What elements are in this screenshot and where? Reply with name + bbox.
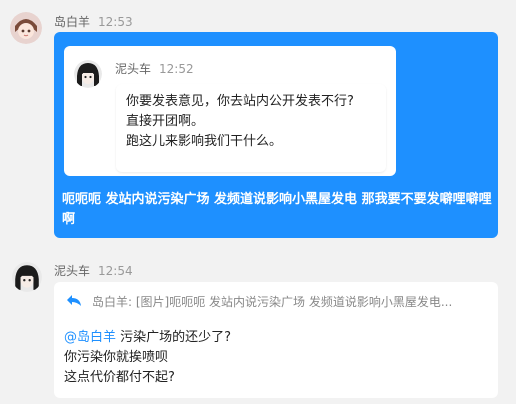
mention-link[interactable]: @岛白羊 xyxy=(64,330,116,345)
quoted-line: 直接开团啊。 xyxy=(126,114,205,129)
quoted-header: 泥头车 12:52 xyxy=(115,60,194,77)
reply-message-bubble[interactable]: 岛白羊: [图片]呃呃呃 发站内说污染广场 发频道说影响小黑屋发电... @岛白… xyxy=(54,282,498,398)
reply-line: 你污染你就挨喷呗 xyxy=(64,350,169,365)
reply-line: @岛白羊 污染广场的还少了? xyxy=(64,326,231,345)
reply-arrow-icon[interactable] xyxy=(66,292,82,308)
avatar-nitouche[interactable] xyxy=(12,262,42,292)
reply-line: 这点代价都付不起? xyxy=(64,370,175,385)
quoted-sender-name: 泥头车 xyxy=(115,62,152,76)
reply-line-text: 污染广场的还少了? xyxy=(116,330,232,345)
quoted-text-box: 你要发表意见，你去站内公开发表不行? 直接开团啊。 跑这儿来影响我们干什么。 xyxy=(116,84,386,172)
quoted-timestamp: 12:52 xyxy=(159,62,194,76)
quoted-line: 你要发表意见，你去站内公开发表不行? xyxy=(126,94,354,109)
timestamp: 12:54 xyxy=(98,264,133,278)
sender-name[interactable]: 岛白羊 xyxy=(54,15,90,29)
message-text: 呃呃呃 发站内说污染广场 发频道说影响小黑屋发电 那我要不要发噼哩噼哩啊 xyxy=(62,192,492,227)
message-header: 泥头车 12:54 xyxy=(54,262,133,279)
message-header: 岛白羊 12:53 xyxy=(54,13,133,30)
reply-reference[interactable]: 岛白羊: [图片]呃呃呃 发站内说污染广场 发频道说影响小黑屋发电... xyxy=(92,293,492,310)
avatar-daobaiyang[interactable] xyxy=(10,12,42,44)
quoted-line: 跑这儿来影响我们干什么。 xyxy=(126,134,283,149)
sender-name[interactable]: 泥头车 xyxy=(54,264,90,278)
avatar-nitouche[interactable] xyxy=(74,60,102,88)
timestamp: 12:53 xyxy=(98,15,133,29)
